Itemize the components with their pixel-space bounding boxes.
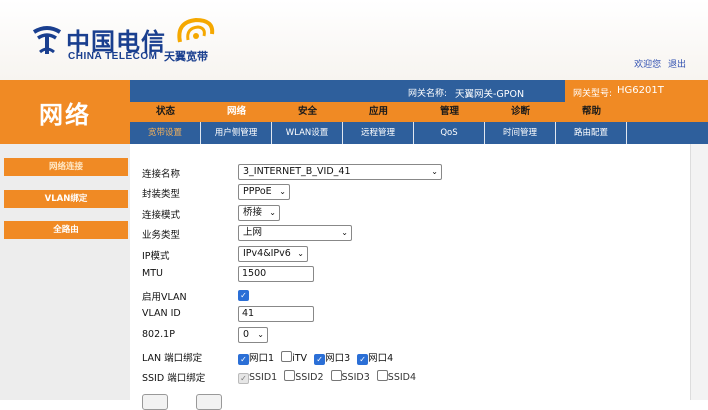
chevron-down-icon: ⌄ <box>257 330 264 339</box>
main-nav-diagnose[interactable]: 诊断 <box>485 102 556 122</box>
service-type-label: 业务类型 <box>142 230 181 241</box>
china-telecom-emblem-icon <box>32 26 62 54</box>
ssid1-checkbox[interactable]: ✓ <box>238 373 249 384</box>
priority-value: 0 <box>243 329 250 340</box>
priority-select[interactable]: 0 ⌄ <box>238 327 268 343</box>
gateway-name-label: 网关名称: <box>408 89 448 99</box>
gateway-name-value: 天翼网关-GPON <box>455 89 525 100</box>
main-nav-help[interactable]: 帮助 <box>556 102 627 122</box>
row-priority: 802.1P 0 ⌄ <box>142 327 268 343</box>
sidebar-item-vlan-binding[interactable]: VLAN绑定 <box>4 190 128 208</box>
connection-name-select[interactable]: 3_INTERNET_B_VID_41 ⌄ <box>238 164 442 180</box>
china-telecom-logo: 中国电信 CHINA TELECOM <box>30 20 180 64</box>
ssid2-label: SSID2 <box>295 372 324 383</box>
connection-name-label: 连接名称 <box>142 169 181 180</box>
vlan-id-input[interactable]: 41 <box>238 306 314 322</box>
ssid-binding-label: SSID 端口绑定 <box>142 373 206 384</box>
ssid4-checkbox[interactable] <box>376 370 388 381</box>
gateway-info-bar: 网关名称: 天翼网关-GPON 网关型号: HG6201T <box>130 80 708 102</box>
welcome-text: 欢迎您 <box>634 60 662 70</box>
tianyi-logo: 天翼宽带 <box>164 14 224 64</box>
priority-label: 802.1P <box>142 329 175 340</box>
sub-nav-qos[interactable]: QoS <box>414 122 485 144</box>
gateway-model-value: HG6201T <box>617 85 664 96</box>
chevron-down-icon: ⌄ <box>297 249 304 258</box>
header: 中国电信 CHINA TELECOM 天翼宽带 欢迎您 退出 <box>0 0 708 80</box>
enable-vlan-checkbox[interactable]: ✓ <box>238 290 249 301</box>
mtu-label: MTU <box>142 268 163 279</box>
lan-port3-checkbox[interactable]: ✓ <box>314 354 326 365</box>
enable-vlan-label: 启用VLAN <box>142 292 187 303</box>
sub-nav-remote[interactable]: 远程管理 <box>343 122 414 144</box>
service-type-select[interactable]: 上网 ⌄ <box>238 225 352 241</box>
sub-nav-route[interactable]: 路由配置 <box>556 122 627 144</box>
encap-type-select[interactable]: PPPoE ⌄ <box>238 184 290 200</box>
ssid-binding-group: ✓ SSID1 SSID2 SSID3 SSID4 <box>238 370 420 384</box>
mtu-input[interactable]: 1500 <box>238 266 314 282</box>
logout-link[interactable]: 退出 <box>668 60 686 70</box>
encap-type-value: PPPoE <box>243 186 272 197</box>
lan-binding-group: ✓ 网口1 iTV ✓ 网口3 ✓ 网口4 <box>238 350 397 365</box>
tianyi-swirl-icon <box>177 17 215 43</box>
tianyi-text: 天翼宽带 <box>164 50 208 63</box>
ssid3-label: SSID3 <box>341 372 370 383</box>
conn-mode-value: 桥接 <box>243 207 263 218</box>
lan-itv-label: iTV <box>292 353 308 364</box>
sub-nav-wlan[interactable]: WLAN设置 <box>272 122 343 144</box>
ssid4-label: SSID4 <box>387 372 417 383</box>
chevron-down-icon: ⌄ <box>269 208 276 217</box>
gateway-model-box: 网关型号: HG6201T <box>565 80 708 102</box>
main-nav: 状态 网络 安全 应用 管理 诊断 帮助 <box>130 102 708 122</box>
section-title: 网络 <box>0 80 130 144</box>
service-type-value: 上网 <box>243 227 263 238</box>
conn-mode-label: 连接模式 <box>142 210 181 221</box>
lan-port3-label: 网口3 <box>325 353 351 364</box>
main-nav-application[interactable]: 应用 <box>343 102 414 122</box>
action-button-2[interactable] <box>196 394 222 410</box>
main-nav-network[interactable]: 网络 <box>201 102 272 122</box>
ip-mode-value: IPv4&IPv6 <box>243 248 291 259</box>
vertical-scrollbar[interactable] <box>690 144 708 400</box>
lan-binding-label: LAN 端口绑定 <box>142 353 203 364</box>
chevron-down-icon: ⌄ <box>341 228 348 237</box>
chevron-down-icon: ⌄ <box>279 187 286 196</box>
gateway-model-label: 网关型号: <box>573 89 613 99</box>
sidebar-item-full-route[interactable]: 全路由 <box>4 221 128 239</box>
row-conn-mode: 连接模式 桥接 ⌄ <box>142 205 280 221</box>
row-encap-type: 封装类型 PPPoE ⌄ <box>142 184 290 200</box>
lan-itv-checkbox[interactable] <box>281 351 293 362</box>
lan-port4-checkbox[interactable]: ✓ <box>357 354 369 365</box>
connection-name-value: 3_INTERNET_B_VID_41 <box>243 166 351 177</box>
ip-mode-label: IP模式 <box>142 251 170 262</box>
row-service-type: 业务类型 上网 ⌄ <box>142 225 352 241</box>
main-nav-management[interactable]: 管理 <box>414 102 485 122</box>
welcome-area: 欢迎您 退出 <box>630 57 686 70</box>
enable-vlan-checkbox-wrap: ✓ <box>238 289 249 301</box>
lan-port1-checkbox[interactable]: ✓ <box>238 354 249 365</box>
sub-nav-broadband[interactable]: 宽带设置 <box>130 122 201 144</box>
main-nav-security[interactable]: 安全 <box>272 102 343 122</box>
content-form: 连接名称 3_INTERNET_B_VID_41 ⌄ 封装类型 PPPoE ⌄ … <box>130 144 690 410</box>
row-ip-mode: IP模式 IPv4&IPv6 ⌄ <box>142 246 308 262</box>
ssid2-checkbox[interactable] <box>284 370 296 381</box>
chevron-down-icon: ⌄ <box>431 167 438 176</box>
sidebar: 网络连接 VLAN绑定 全路由 <box>0 144 130 400</box>
conn-mode-select[interactable]: 桥接 ⌄ <box>238 205 280 221</box>
vlan-id-label: VLAN ID <box>142 308 181 319</box>
sub-nav: 宽带设置 用户侧管理 WLAN设置 远程管理 QoS 时间管理 路由配置 <box>130 122 708 144</box>
row-connection-name: 连接名称 3_INTERNET_B_VID_41 ⌄ <box>142 164 442 180</box>
brand-name-en: CHINA TELECOM <box>68 51 158 62</box>
ip-mode-select[interactable]: IPv4&IPv6 ⌄ <box>238 246 308 262</box>
sub-nav-time[interactable]: 时间管理 <box>485 122 556 144</box>
ssid3-checkbox[interactable] <box>330 370 342 381</box>
encap-type-label: 封装类型 <box>142 189 181 200</box>
action-button-1[interactable] <box>142 394 168 410</box>
ssid1-label: SSID1 <box>249 372 278 383</box>
lan-port1-label: 网口1 <box>249 353 275 364</box>
lan-port4-label: 网口4 <box>368 353 394 364</box>
sub-nav-user-side[interactable]: 用户侧管理 <box>201 122 272 144</box>
main-nav-status[interactable]: 状态 <box>130 102 201 122</box>
sidebar-item-network-connection[interactable]: 网络连接 <box>4 158 128 176</box>
